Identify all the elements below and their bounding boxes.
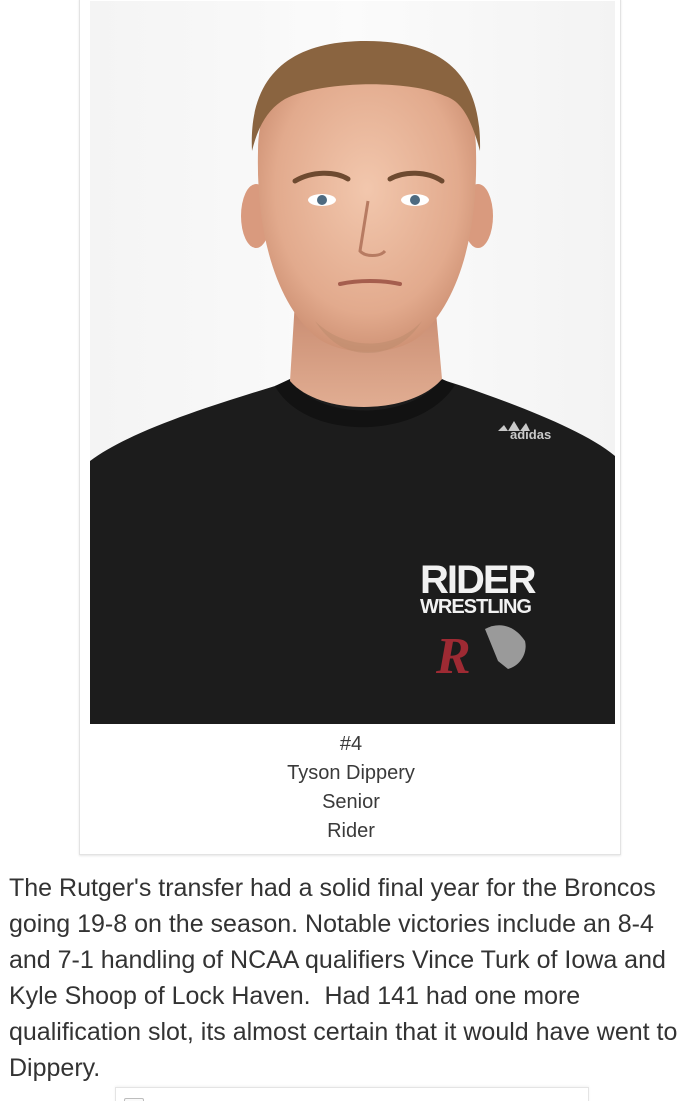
shirt-logo-wrestling: WRESTLING [420, 596, 531, 618]
next-profile-card[interactable] [115, 1087, 589, 1101]
shirt-brand-text: adidas [510, 427, 551, 442]
profile-caption: #4 Tyson Dippery Senior Rider [80, 730, 622, 846]
page: adidas RIDER WRESTLING R #4 Tyson Dipper… [0, 0, 699, 1101]
shirt-mascot-letter: R [435, 628, 471, 685]
profile-card: adidas RIDER WRESTLING R #4 Tyson Dipper… [79, 0, 621, 855]
wrestler-number: #4 [339, 733, 363, 755]
wrestler-headshot-icon: adidas RIDER WRESTLING R [90, 1, 615, 724]
profile-photo[interactable]: adidas RIDER WRESTLING R [90, 1, 615, 724]
article-paragraph: The Rutger's transfer had a solid final … [9, 874, 685, 1082]
wrestler-year: Senior [322, 791, 380, 813]
wrestler-name: Tyson Dippery [287, 762, 415, 784]
wrestler-school: Rider [327, 820, 375, 842]
